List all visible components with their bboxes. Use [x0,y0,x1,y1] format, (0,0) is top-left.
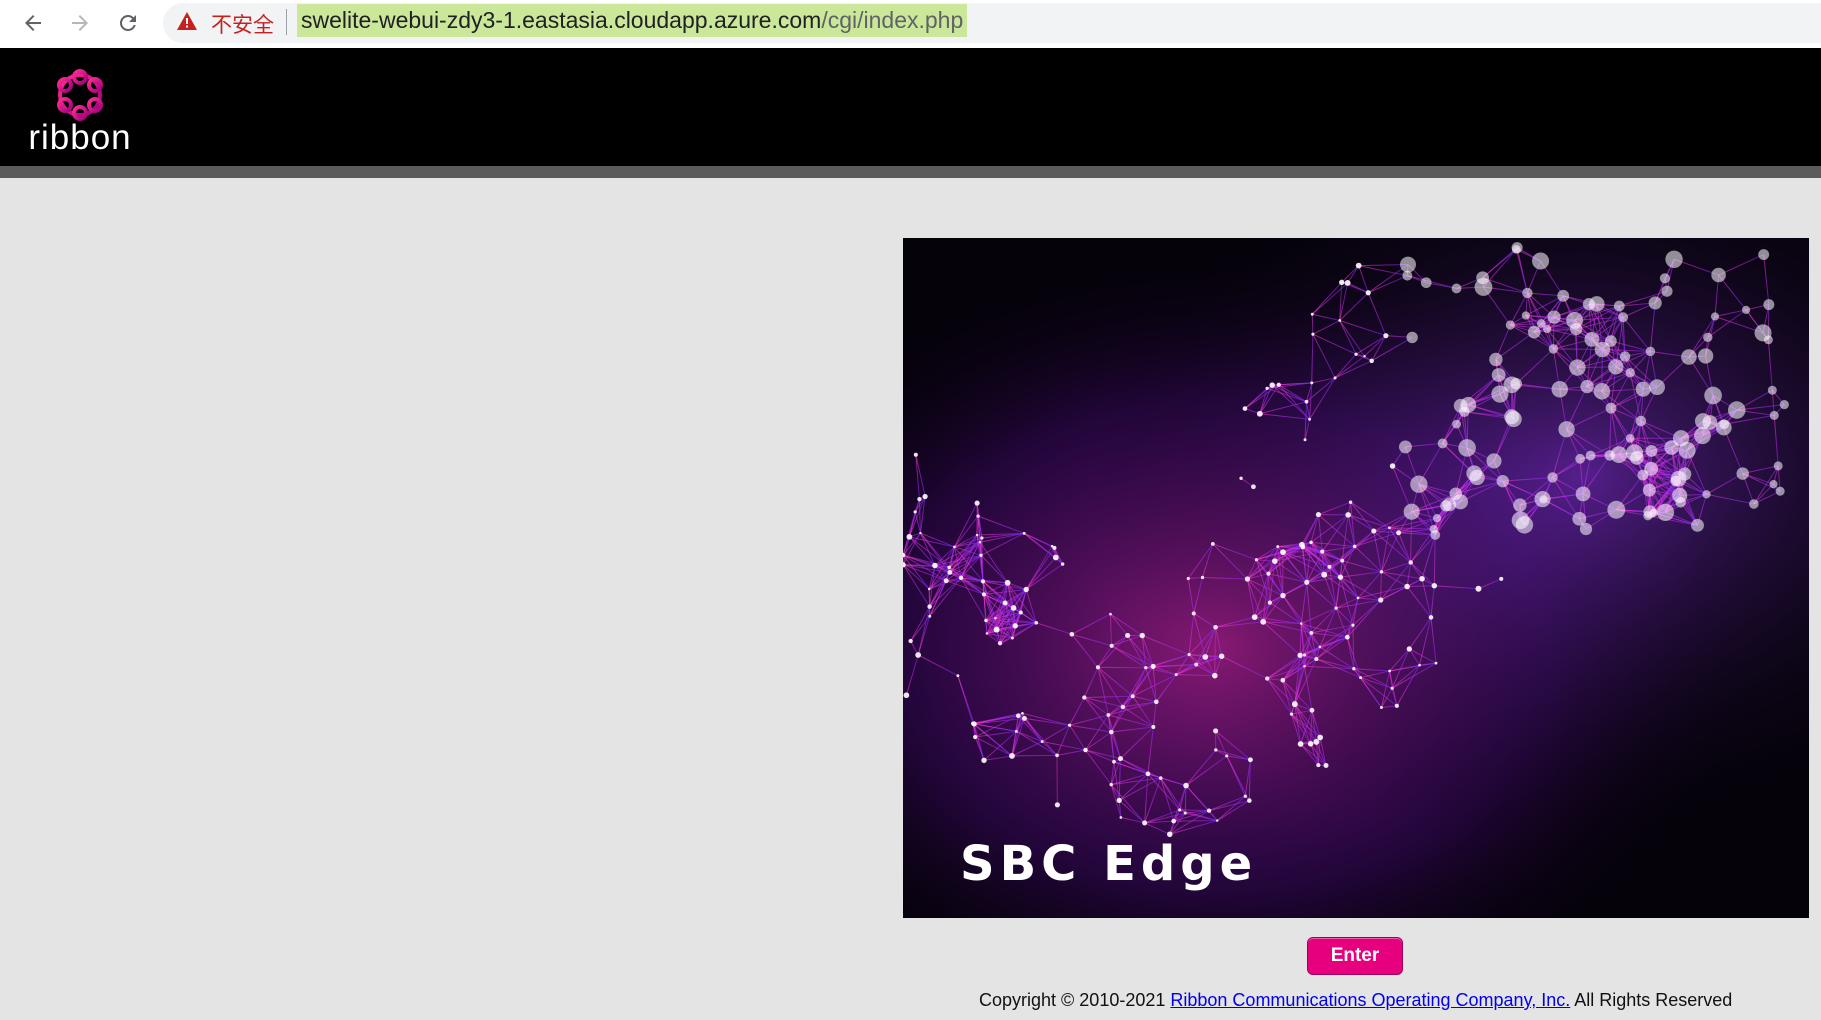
site-header [0,48,1821,166]
warning-icon [177,12,197,30]
url-host: swelite-webui-zdy3-1.eastasia.cloudapp.a… [301,7,822,33]
arrow-right-icon [72,15,88,31]
reload-button[interactable] [111,6,145,40]
header-divider [0,166,1821,178]
network-mesh-graphic [903,238,1809,918]
forward-button[interactable] [63,6,97,40]
back-button[interactable] [16,6,50,40]
copyright-footer: Copyright © 2010-2021 Ribbon Communicati… [979,990,1732,1011]
url-path: /cgi/index.php [821,7,964,33]
arrow-left-icon [25,15,41,31]
ribbon-logo-icon [57,69,103,121]
url-text[interactable]: swelite-webui-zdy3-1.eastasia.cloudapp.a… [297,4,968,37]
hero-image: SBC Edge [903,238,1809,918]
copyright-text: Copyright © 2010-2021 [979,990,1171,1010]
browser-toolbar: 不安全 swelite-webui-zdy3-1.eastasia.clouda… [0,0,1821,49]
logo-wordmark: ribbon [28,118,132,157]
omnibox-divider [286,9,287,35]
enter-button[interactable]: Enter [1307,937,1403,975]
ribbon-logo: ribbon [28,68,132,160]
rights-text: All Rights Reserved [1570,990,1733,1010]
reload-icon [119,14,136,31]
security-status[interactable]: 不安全 [211,9,274,39]
hero-title: SBC Edge [960,836,1258,892]
company-link[interactable]: Ribbon Communications Operating Company,… [1170,990,1570,1010]
